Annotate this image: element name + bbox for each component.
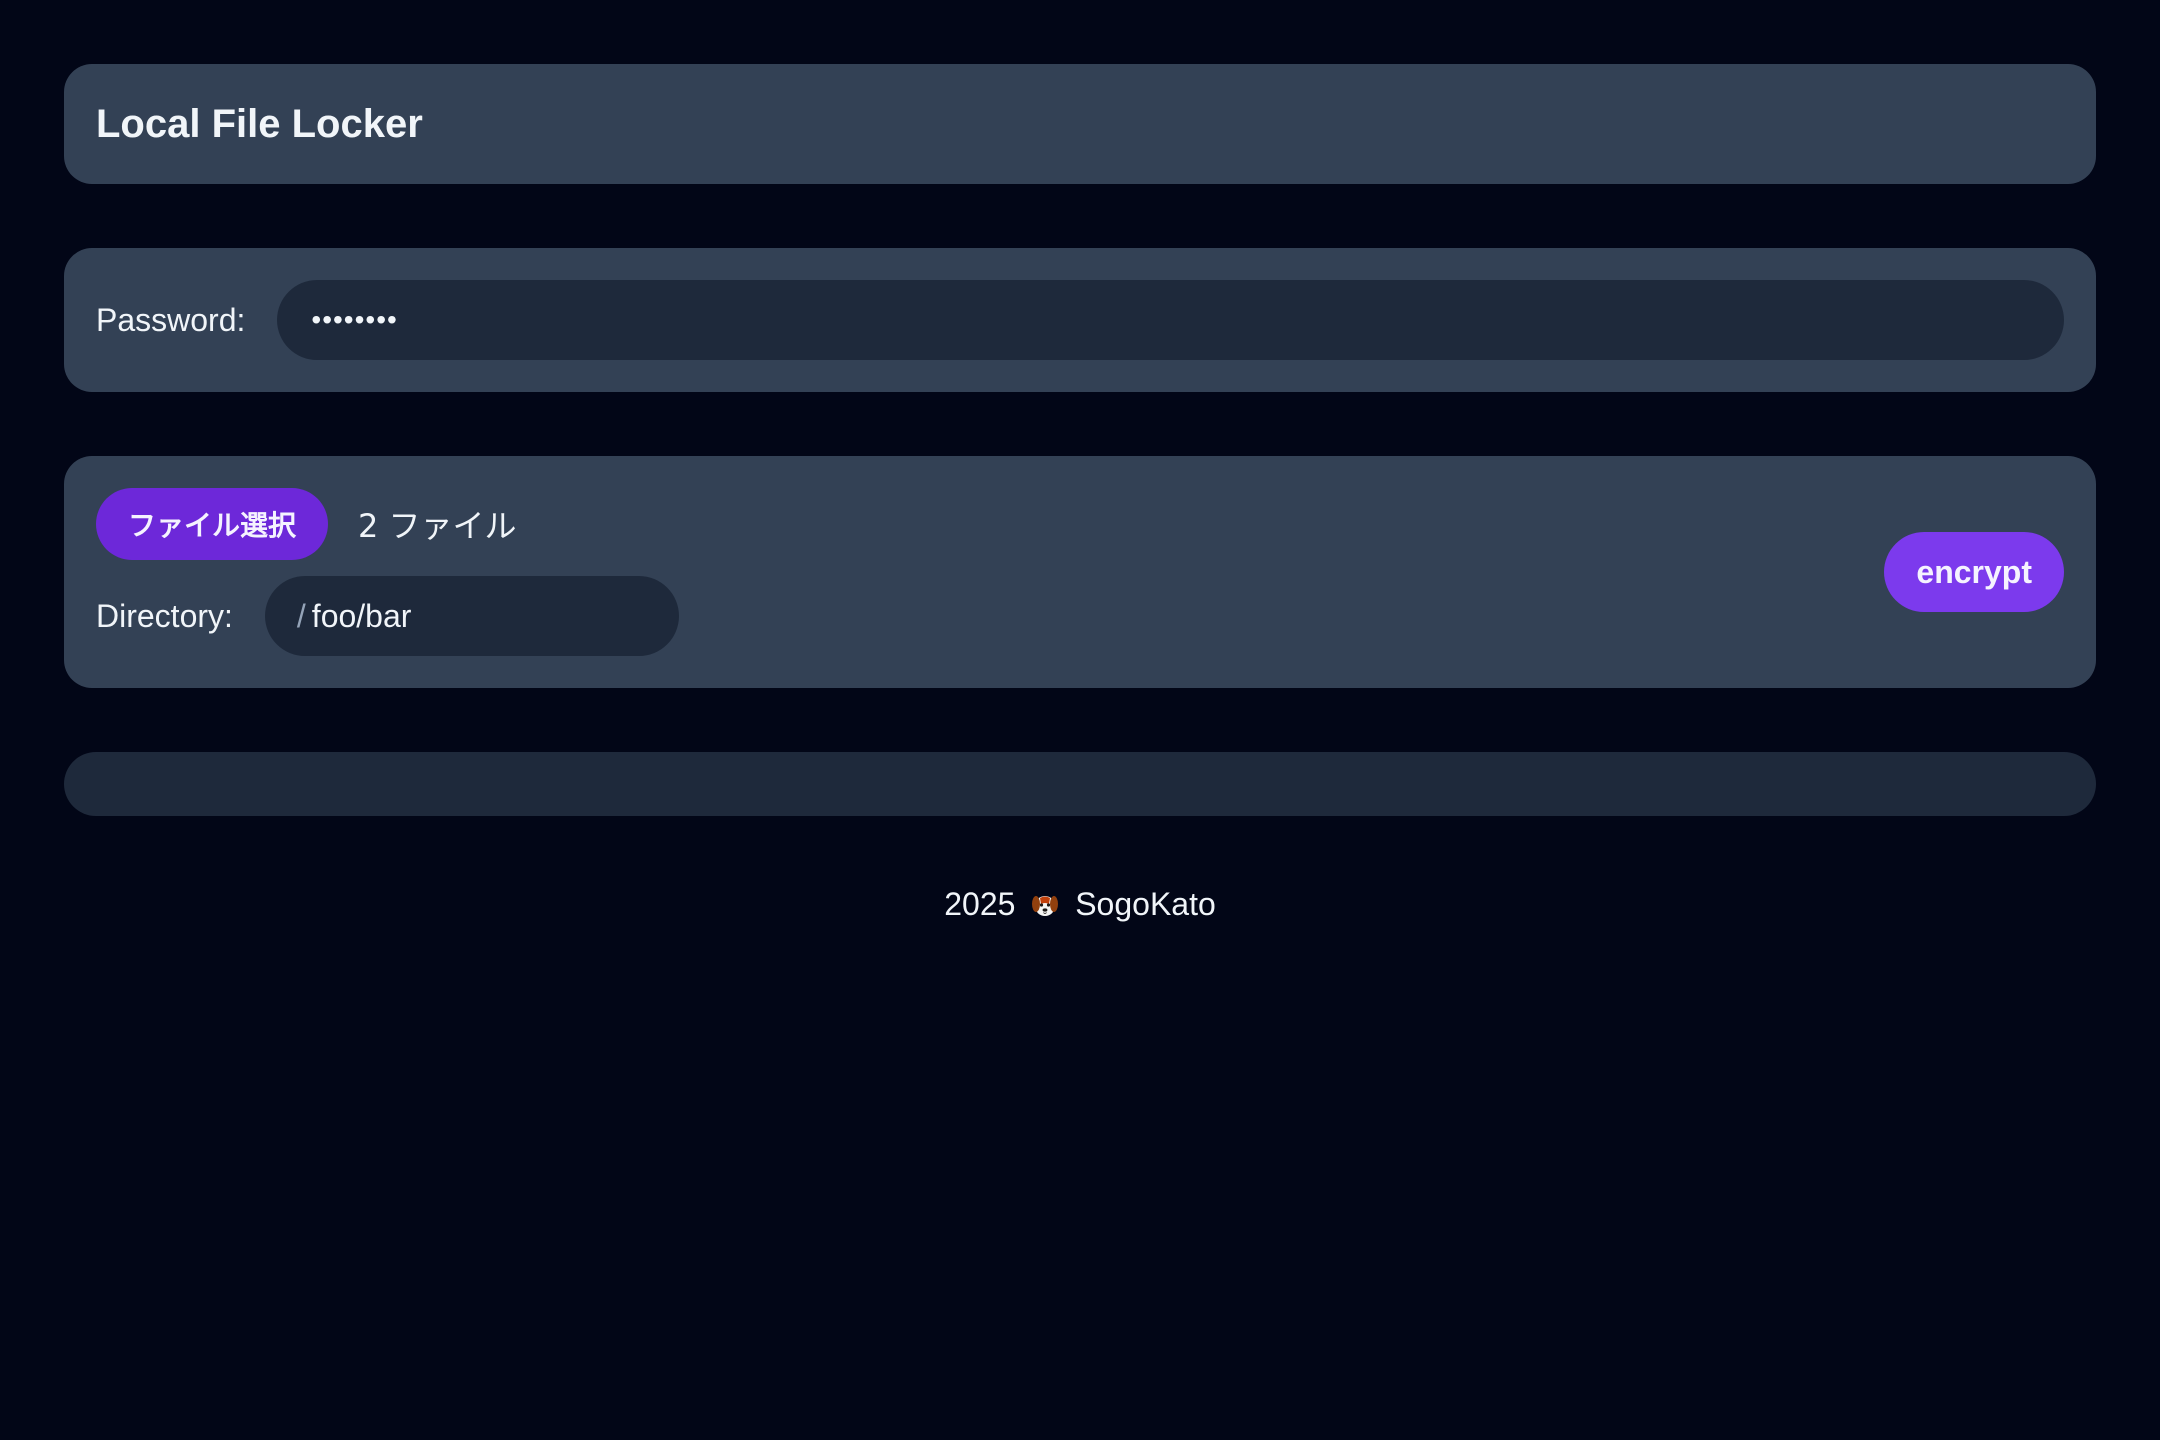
directory-prefix: / <box>296 597 306 634</box>
directory-input[interactable] <box>311 597 647 635</box>
file-select-row: ファイル選択 2 ファイル <box>96 488 2064 560</box>
app-title: Local File Locker <box>96 101 423 146</box>
password-card: Password: <box>64 248 2096 392</box>
footer-year: 2025 <box>944 886 1016 923</box>
password-input[interactable] <box>277 280 2064 360</box>
footer: 2025 SogoKato <box>64 884 2096 923</box>
files-card: ファイル選択 2 ファイル Directory: / encrypt <box>64 456 2096 688</box>
dog-face-icon <box>1032 895 1059 916</box>
encrypt-button[interactable]: encrypt <box>1884 532 2064 612</box>
file-select-button[interactable]: ファイル選択 <box>96 488 329 560</box>
directory-label: Directory: <box>96 597 233 634</box>
status-bar <box>64 752 2096 816</box>
password-label: Password: <box>96 301 246 338</box>
directory-field[interactable]: / <box>264 576 679 656</box>
footer-author: SogoKato <box>1075 886 1216 923</box>
directory-row: Directory: / <box>96 576 2064 656</box>
header-card: Local File Locker <box>64 64 2096 184</box>
app-root: Local File Locker Password: ファイル選択 2 ファイ… <box>0 0 2160 1440</box>
file-count: 2 ファイル <box>358 507 517 545</box>
